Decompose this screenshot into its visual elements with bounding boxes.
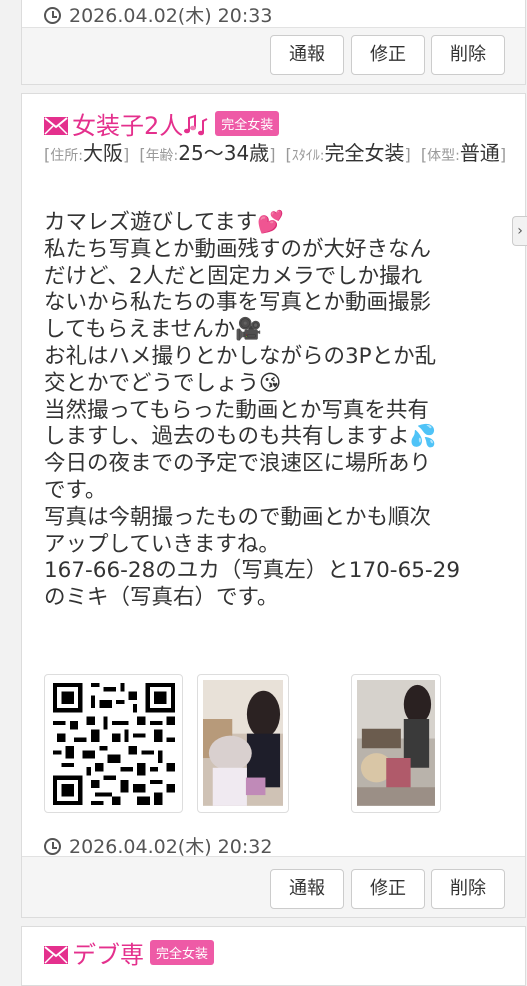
post-header: 女装子2人 完全女装 (44, 106, 280, 141)
next-post-title[interactable]: デブ専 (72, 941, 144, 969)
prev-post-footer: 通報 修正 削除 (22, 27, 525, 84)
side-drawer-tab[interactable]: › (512, 216, 527, 246)
body-line: だけど、2人だと固定カメラでしか撮れ (44, 263, 423, 289)
edit-button[interactable]: 修正 (351, 869, 425, 909)
mail-icon (44, 946, 68, 964)
mail-icon (44, 117, 68, 135)
post-title[interactable]: 女装子2人 (72, 112, 183, 140)
attr-address: [住所:大阪] (44, 141, 130, 165)
attr-body-type: [体型:普通] (420, 141, 507, 165)
music-notes-icon (184, 114, 208, 136)
next-post-card: デブ専 完全女装 (21, 926, 526, 986)
photo-thumbnail-2[interactable] (351, 674, 441, 813)
body-line: お礼はハメ撮りとかしながらの3Pとか乱 (44, 343, 437, 369)
chevron-right-icon: › (517, 223, 523, 239)
body-line: のミキ（写真右）です。 (44, 585, 279, 611)
category-badge: 完全女装 (150, 940, 215, 965)
prev-post-card: 2026.04.02(木) 20:33 通報 修正 削除 (21, 0, 526, 85)
report-button[interactable]: 通報 (270, 35, 344, 75)
photo-thumbnail-1[interactable] (197, 674, 289, 813)
body-line: してもらえませんか🎥 (44, 317, 262, 343)
qr-code-thumbnail[interactable] (44, 674, 183, 813)
attr-style: [ｽﾀｲﾙ:完全女装] (285, 141, 411, 165)
body-line: 写真は今朝撮ったもので動画とかも順次 (44, 504, 432, 530)
delete-button[interactable]: 削除 (431, 35, 505, 75)
photo-image (203, 680, 283, 806)
post-footer: 通報 修正 削除 (22, 856, 525, 917)
post-body: カマレズ遊びしてます💕 私たち写真とか動画残すのが大好きなん だけど、2人だと固… (44, 210, 496, 612)
category-badge: 完全女装 (215, 111, 280, 136)
body-line: 私たち写真とか動画残すのが大好きなん (44, 236, 432, 262)
body-line: です。 (44, 477, 107, 503)
prev-post-timestamp: 2026.04.02(木) 20:33 (44, 1, 272, 28)
post-timestamp: 2026.04.02(木) 20:32 (44, 832, 272, 859)
body-line: 167-66-28のユカ（写真左）と170-65-29 (44, 558, 461, 584)
edit-button[interactable]: 修正 (351, 35, 425, 75)
body-line: アップしていきますね。 (44, 531, 280, 557)
body-line: ないから私たちの事を写真とか動画撮影 (44, 290, 432, 316)
body-line: しますし、過去のものも共有しますよ💦 (44, 424, 437, 450)
body-line: カマレズ遊びしてます💕 (44, 210, 285, 235)
report-button[interactable]: 通報 (270, 869, 344, 909)
clock-icon (44, 7, 61, 24)
body-line: 当然撮ってもらった動画とか写真を共有 (44, 397, 429, 423)
attr-age: [年齢:25〜34歳] (139, 141, 276, 165)
post-card: 女装子2人 完全女装 [住所:大阪] [年齢:25〜34歳] [ｽﾀｲﾙ:完全女… (21, 93, 526, 918)
body-line: 今日の夜までの予定で浪速区に場所あり (44, 451, 432, 477)
next-post-header: デブ専 完全女装 (44, 935, 215, 970)
clock-icon (44, 838, 61, 855)
delete-button[interactable]: 削除 (431, 869, 505, 909)
photo-image (357, 680, 435, 806)
post-attributes: [住所:大阪] [年齢:25〜34歳] [ｽﾀｲﾙ:完全女装] [体型:普通] (44, 139, 517, 170)
body-line: 交とかでどうでしょう😘 (44, 370, 282, 396)
qr-code-icon (53, 683, 175, 805)
